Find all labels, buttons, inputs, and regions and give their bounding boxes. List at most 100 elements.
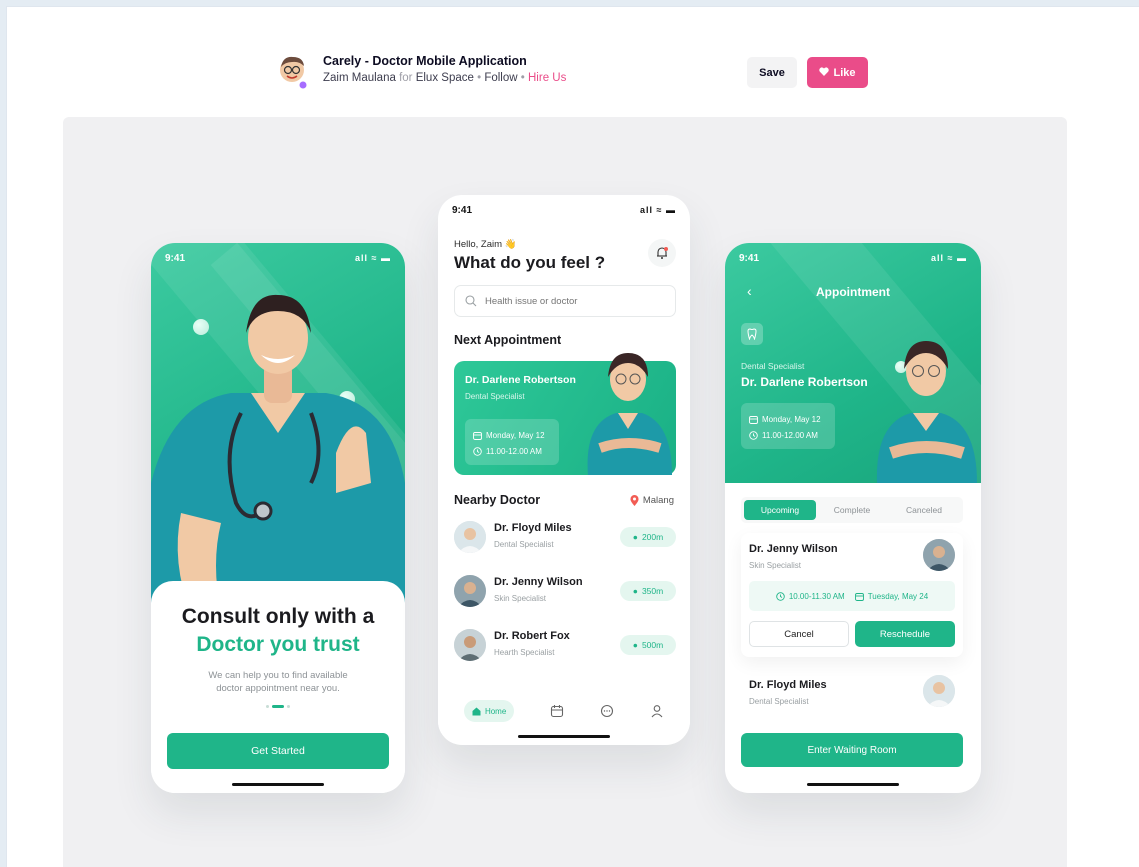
page-indicator [151, 705, 405, 708]
hire-us-link[interactable]: Hire Us [528, 72, 566, 84]
date-slot-value: Tuesday, May 24 [867, 591, 929, 601]
navigation-icon: ● [632, 532, 638, 542]
shot-canvas: 9:41 all ≈ ▬ Consult only with a Doctor … [63, 117, 1067, 867]
onboarding-phone: 9:41 all ≈ ▬ Consult only with a Doctor … [151, 243, 405, 793]
onboarding-hero: 9:41 all ≈ ▬ [151, 243, 405, 613]
distance-value: 350m [641, 586, 664, 596]
appointment-timeline: 10.00-11.30 AM Tuesday, May 24 [749, 581, 955, 611]
doctor-specialty: Skin Specialist [749, 561, 802, 570]
profile-tab-icon[interactable] [650, 704, 664, 718]
tab-complete[interactable]: Complete [816, 500, 888, 520]
nearby-doctor-item[interactable]: Dr. Robert Fox Hearth Specialist ● 500m [454, 627, 676, 667]
onboarding-headline: Consult only with a [181, 605, 375, 628]
home-indicator [232, 783, 324, 786]
home-phone: 9:41 all ≈ ▬ Hello, Zaim 👋 What do you f… [438, 195, 690, 745]
appointment-date: Monday, May 12 [762, 414, 821, 424]
home-indicator [518, 735, 610, 738]
status-bar: 9:41 all ≈ ▬ [165, 253, 391, 264]
cancel-button[interactable]: Cancel [749, 621, 849, 647]
upcoming-appointment-card: Dr. Jenny Wilson Skin Specialist 10.00-1… [741, 533, 963, 657]
doctor-portrait [587, 353, 672, 475]
tooth-icon [741, 323, 763, 345]
like-label: Like [833, 66, 856, 79]
clock-icon [776, 591, 785, 601]
appointment-doctor-name: Dr. Darlene Robertson [741, 375, 868, 389]
distance-badge: ● 500m [620, 635, 676, 655]
appointment-schedule: Monday, May 12 11.00-12.00 AM [465, 419, 559, 465]
author-link[interactable]: Zaim Maulana [323, 72, 396, 84]
doctor-name: Dr. Jenny Wilson [749, 543, 838, 555]
author-avatar[interactable] [277, 53, 311, 91]
navigation-icon: ● [632, 640, 638, 650]
team-link[interactable]: Elux Space [416, 72, 474, 84]
location-selector[interactable]: Malang [630, 495, 674, 506]
doctor-avatar [454, 575, 486, 607]
save-button[interactable]: Save [747, 57, 797, 88]
dot-separator: • [520, 72, 525, 84]
appointment-time: 11.00-12.00 AM [762, 430, 818, 440]
time-slot-value: 10.00-11.30 AM [788, 591, 845, 601]
tab-canceled[interactable]: Canceled [888, 500, 960, 520]
nearby-doctor-item[interactable]: Dr. Jenny Wilson Skin Specialist ● 350m [454, 573, 676, 613]
enter-waiting-room-button[interactable]: Enter Waiting Room [741, 733, 963, 767]
home-indicator [807, 783, 899, 786]
signal-icon: all ≈ ▬ [931, 253, 967, 263]
nearby-doctor-title: Nearby Doctor [454, 493, 541, 507]
distance-badge: ● 200m [620, 527, 676, 547]
onboarding-subtitle: We can help you to find available doctor… [208, 670, 348, 694]
doctor-name: Dr. Floyd Miles [749, 679, 827, 691]
doctor-name: Dr. Floyd Miles [494, 522, 572, 534]
appointment-time: 11.00-12.00 AM [486, 446, 542, 456]
appointment-date-row: Monday, May 12 [473, 427, 559, 443]
search-bar[interactable] [454, 285, 676, 317]
dot-separator: • [477, 72, 482, 84]
nearby-doctor-item[interactable]: Dr. Floyd Miles Dental Specialist ● 200m [454, 519, 676, 559]
tab-upcoming[interactable]: Upcoming [744, 500, 816, 520]
doctor-portrait [876, 341, 977, 483]
appointment-specialty: Dental Specialist [741, 361, 805, 371]
calendar-icon [749, 415, 758, 424]
doctor-avatar [923, 675, 955, 707]
bottom-tab-bar: Home [438, 689, 690, 733]
status-time: 9:41 [452, 205, 473, 216]
doctor-specialty: Skin Specialist [494, 594, 547, 603]
appointment-time-row: 11.00-12.00 AM [473, 443, 559, 459]
like-button[interactable]: Like [807, 57, 868, 88]
onboarding-headline-accent: Doctor you trust [196, 633, 360, 656]
doctor-specialty: Dental Specialist [749, 697, 809, 706]
status-bar: 9:41 all ≈ ▬ [739, 253, 967, 264]
search-input[interactable] [485, 295, 655, 307]
appointment-doctor-name: Dr. Darlene Robertson [465, 374, 576, 386]
heart-icon [819, 66, 830, 79]
reschedule-button[interactable]: Reschedule [855, 621, 955, 647]
distance-badge: ● 350m [620, 581, 676, 601]
byline: Zaim Maulana for Elux Space • Follow • H… [323, 72, 566, 84]
next-appointment-title: Next Appointment [454, 333, 562, 347]
follow-link[interactable]: Follow [484, 72, 517, 84]
doctor-name: Dr. Robert Fox [494, 630, 570, 642]
tab-home[interactable]: Home [463, 700, 515, 722]
appointment-screen-title: Appointment [816, 285, 890, 299]
search-icon [465, 295, 477, 307]
doctor-avatar [454, 629, 486, 661]
greeting: Hello, Zaim 👋 [454, 239, 517, 250]
next-appointment-card[interactable]: Dr. Darlene Robertson Dental Specialist … [454, 353, 676, 475]
get-started-button[interactable]: Get Started [167, 733, 389, 769]
status-bar: 9:41 all ≈ ▬ [452, 205, 676, 216]
signal-icon: all ≈ ▬ [355, 253, 391, 263]
notification-button[interactable] [648, 239, 676, 267]
doctor-illustration [151, 294, 405, 613]
shot-header: Carely - Doctor Mobile Application Zaim … [277, 51, 877, 95]
page-dot [266, 705, 269, 708]
calendar-tab-icon[interactable] [550, 704, 564, 718]
page-title: What do you feel ? [454, 253, 606, 272]
status-time: 9:41 [165, 253, 186, 264]
distance-value: 200m [641, 532, 664, 542]
chat-tab-icon[interactable] [600, 704, 614, 718]
for-word: for [399, 72, 413, 84]
page-dot [287, 705, 290, 708]
signal-icon: all ≈ ▬ [640, 205, 676, 215]
appointment-specialty: Dental Specialist [465, 392, 525, 401]
tab-home-label: Home [484, 706, 507, 716]
status-time: 9:41 [739, 253, 760, 264]
